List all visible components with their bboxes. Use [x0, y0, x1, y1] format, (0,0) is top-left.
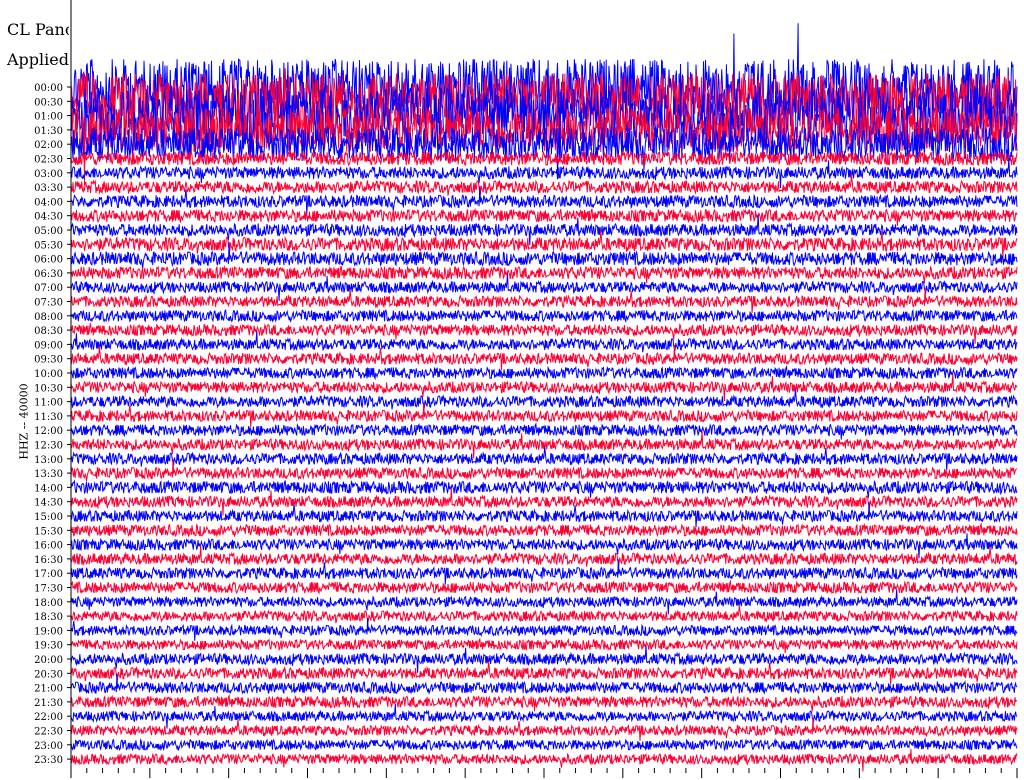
y-tick-label: 19:30	[34, 641, 63, 652]
y-tick-label: 04:00	[34, 197, 63, 208]
trace-row-1900	[70, 617, 1018, 641]
y-tick-label: 12:00	[34, 426, 63, 437]
y-tick-label: 07:00	[34, 283, 63, 294]
page-subtitle: Applied	[7, 50, 69, 69]
y-tick-label: 12:30	[34, 441, 63, 452]
page-title: CL Panc	[7, 20, 69, 39]
trace-row-0800	[70, 308, 1018, 324]
y-tick-label: 17:00	[34, 569, 63, 580]
y-tick-label: 00:30	[34, 97, 63, 108]
trace-row-1330	[70, 459, 1018, 482]
x-tick-marks	[70, 768, 1018, 778]
y-tick-label: 11:30	[34, 412, 63, 423]
trace-row-0300	[70, 157, 1018, 189]
y-tick-label: 02:00	[34, 140, 63, 151]
trace-row-2030	[70, 660, 1018, 685]
y-tick-label: 00:00	[34, 83, 63, 94]
y-tick-label: 15:00	[34, 512, 63, 523]
trace-group	[70, 23, 1018, 772]
trace-row-1000	[70, 364, 1018, 381]
trace-row-1200	[70, 422, 1018, 440]
y-tick-label: 21:00	[34, 684, 63, 695]
helicorder-figure: 00:00 00:30 01:00 01:30 02:00 02:30 03:00 03:30…	[0, 0, 1024, 780]
y-axis-label: HHZ -- 40000	[17, 383, 31, 460]
y-tick-label: 23:00	[34, 741, 63, 752]
y-tick-label: 15:30	[34, 526, 63, 537]
y-tick-label: 02:30	[34, 155, 63, 166]
y-tick-label: 16:30	[34, 555, 63, 566]
y-tick-label: 23:30	[34, 755, 63, 766]
y-tick-label: 13:30	[34, 469, 63, 480]
trace-row-0630	[70, 264, 1018, 284]
trace-row-1930	[70, 637, 1018, 654]
y-tick-label: 10:30	[34, 383, 63, 394]
y-tick-labels: 00:00 00:30 01:00 01:30 02:00 02:30 03:00 03:30…	[34, 0, 72, 770]
trace-row-1800	[70, 589, 1018, 615]
y-tick-label: 21:30	[34, 698, 63, 709]
y-tick-label: 17:30	[34, 584, 63, 595]
trace-row-0700	[70, 273, 1018, 302]
y-tick-label: 18:00	[34, 598, 63, 609]
trace-row-0830	[70, 322, 1018, 344]
y-tick-label: 14:30	[34, 498, 63, 509]
y-tick-label: 01:00	[34, 112, 63, 123]
trace-row-0230	[70, 150, 1018, 167]
trace-row-0330	[70, 173, 1018, 196]
y-tick-label: 22:00	[34, 712, 63, 723]
trace-row-1730	[70, 579, 1018, 595]
y-tick-label: 19:00	[34, 626, 63, 637]
trace-row-2300	[70, 737, 1018, 752]
y-tick-label: 09:30	[34, 355, 63, 366]
trace-row-0430	[70, 207, 1018, 227]
trace-row-1530	[70, 522, 1018, 538]
y-tick-label: 10:00	[34, 369, 63, 380]
y-tick-label: 11:00	[34, 398, 63, 409]
y-tick-label: 05:30	[34, 240, 63, 251]
trace-row-1830	[70, 604, 1018, 624]
trace-row-2200	[70, 703, 1018, 729]
y-tick-label: 01:30	[34, 126, 63, 137]
y-tick-label: 13:00	[34, 455, 63, 466]
y-tick-label: 08:30	[34, 326, 63, 337]
y-tick-label: 03:00	[34, 169, 63, 180]
y-tick-label: 06:00	[34, 255, 63, 266]
y-tick-label: 20:00	[34, 655, 63, 666]
trace-row-0900	[70, 330, 1018, 353]
y-tick-label: 04:30	[34, 212, 63, 223]
y-tick-label: 08:00	[34, 312, 63, 323]
trace-row-2230	[70, 717, 1018, 741]
y-tick-label: 03:30	[34, 183, 63, 194]
y-tick-label: 16:00	[34, 541, 63, 552]
trace-row-2000	[70, 645, 1018, 673]
y-tick-label: 06:30	[34, 269, 63, 280]
y-tick-label: 22:30	[34, 727, 63, 738]
trace-row-1300	[70, 446, 1018, 471]
y-tick-label: 07:30	[34, 298, 63, 309]
y-tick-label: 09:00	[34, 340, 63, 351]
helicorder-plot: 00:00 00:30 01:00 01:30 02:00 02:30 03:00 03:30…	[34, 0, 1018, 778]
trace-row-1100	[70, 389, 1018, 410]
y-tick-label: 05:00	[34, 226, 63, 237]
y-tick-label: 14:00	[34, 483, 63, 494]
trace-row-2130	[70, 693, 1018, 712]
trace-row-1400	[70, 479, 1018, 498]
y-tick-label: 20:30	[34, 669, 63, 680]
y-tick-label: 18:30	[34, 612, 63, 623]
